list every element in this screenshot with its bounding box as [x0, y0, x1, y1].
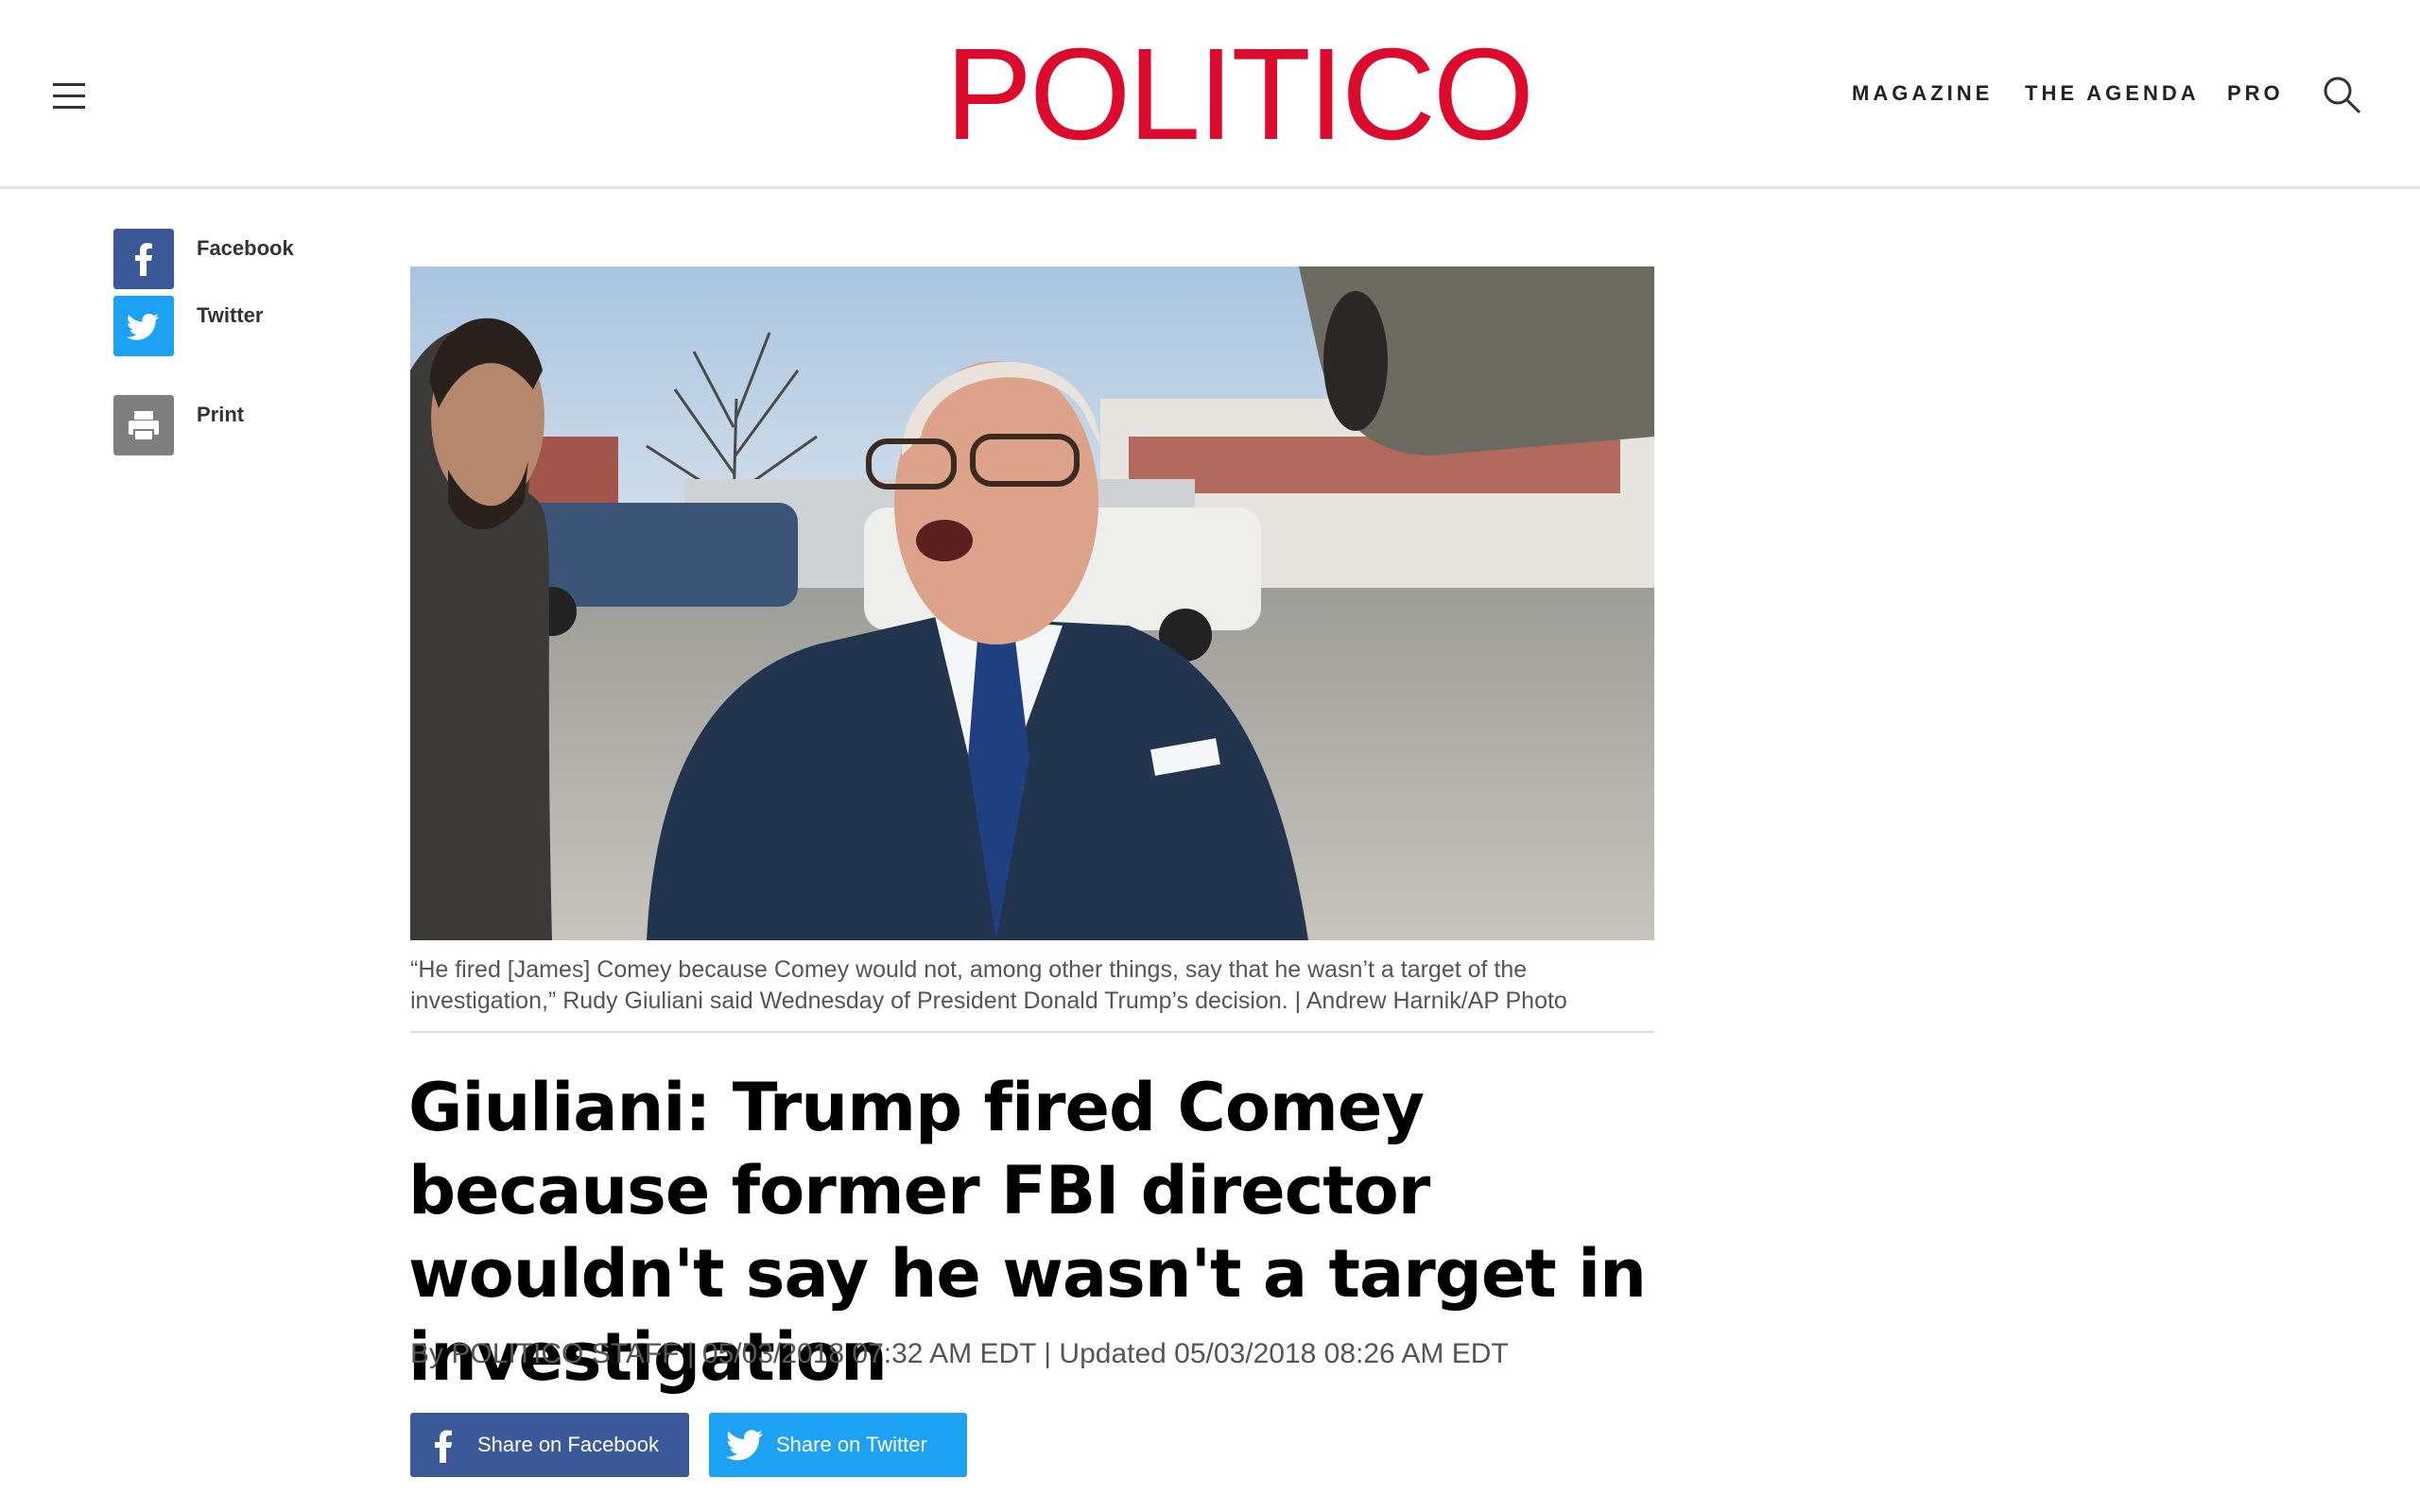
article-byline: By POLITICO STAFF | 05/03/2018 07:32 AM …: [410, 1338, 1509, 1369]
nav-magazine[interactable]: MAGAZINE: [1852, 81, 1993, 106]
rail-twitter-label: Twitter: [197, 303, 264, 327]
caption-divider: [410, 1031, 1654, 1033]
politico-logo[interactable]: POLITICO: [945, 28, 1534, 161]
search-icon[interactable]: [2321, 74, 2362, 115]
nav-the-agenda[interactable]: THE AGENDA: [2025, 81, 2200, 106]
photo-caption: “He fired [James] Comey because Comey wo…: [410, 956, 1567, 1014]
facebook-icon: [435, 1430, 452, 1463]
rail-facebook[interactable]: Facebook: [113, 229, 397, 289]
share-twitter-button[interactable]: Share on Twitter: [709, 1413, 967, 1477]
rail-facebook-label: Facebook: [197, 236, 294, 260]
rail-print[interactable]: Print: [113, 395, 397, 455]
facebook-icon: [113, 229, 174, 289]
article-hero-photo: [410, 266, 1654, 940]
photo-scene: [410, 266, 1654, 940]
share-twitter-label: Share on Twitter: [776, 1433, 927, 1456]
rail-print-label: Print: [197, 403, 245, 426]
share-facebook-button[interactable]: Share on Facebook: [410, 1413, 689, 1477]
rail-twitter[interactable]: Twitter: [113, 296, 397, 356]
twitter-icon: [726, 1430, 763, 1461]
site-header: POLITICO MAGAZINE THE AGENDA PRO: [0, 0, 2420, 189]
menu-icon[interactable]: [53, 83, 85, 110]
twitter-icon: [113, 296, 174, 356]
nav-pro[interactable]: PRO: [2227, 81, 2284, 106]
share-facebook-label: Share on Facebook: [477, 1433, 660, 1456]
print-icon: [113, 395, 174, 455]
